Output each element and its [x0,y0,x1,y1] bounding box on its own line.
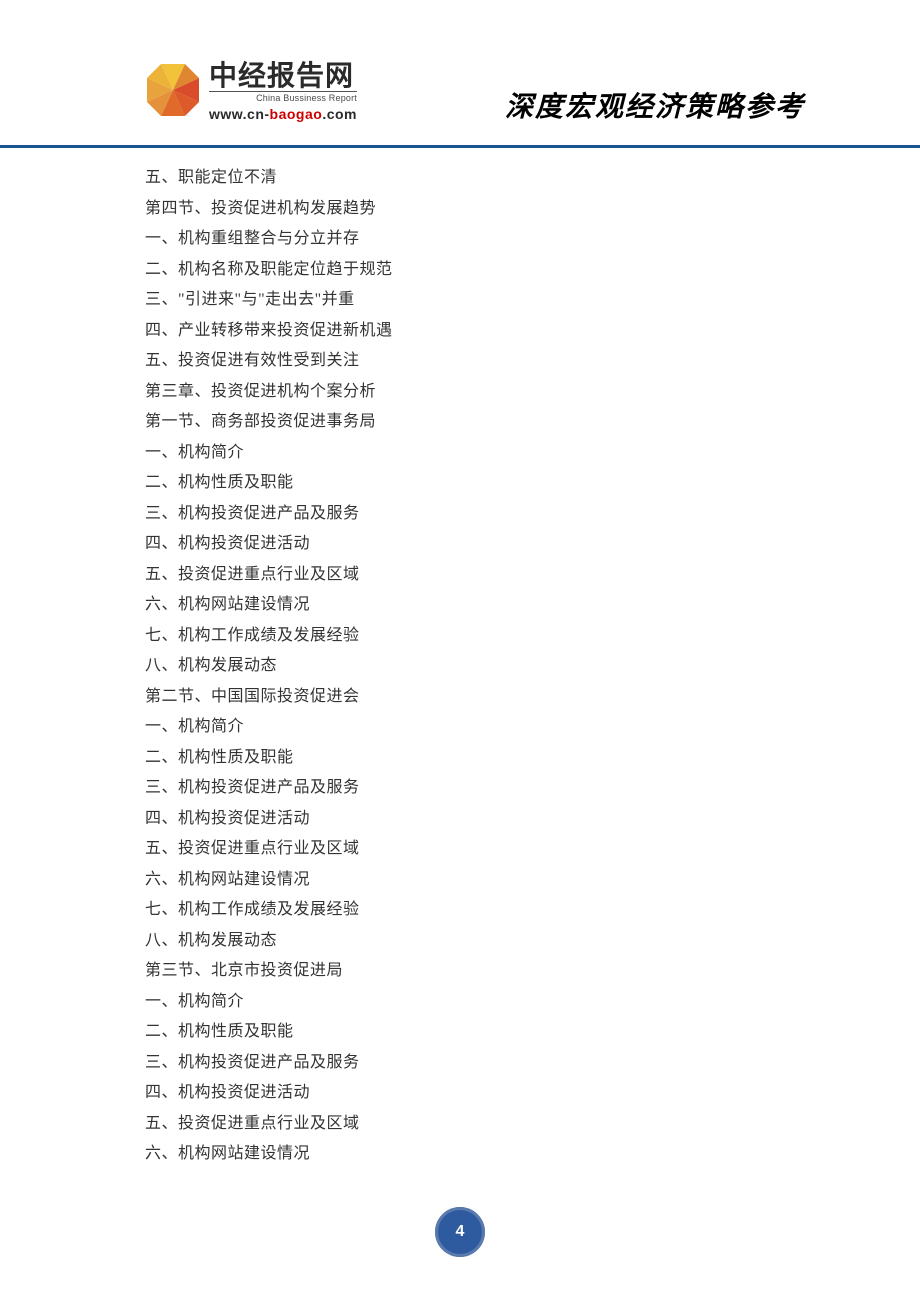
toc-line: 四、机构投资促进活动 [145,804,680,835]
toc-line: 三、机构投资促进产品及服务 [145,773,680,804]
logo-text-block: 中经报告网 China Bussiness Report www.cn-baog… [209,62,357,122]
toc-line: 五、投资促进重点行业及区域 [145,834,680,865]
logo-block: 中经报告网 China Bussiness Report www.cn-baog… [145,62,357,122]
toc-line: 第三节、北京市投资促进局 [145,956,680,987]
logo-url-suffix: .com [322,106,357,122]
toc-line: 五、投资促进重点行业及区域 [145,560,680,591]
toc-line: 七、机构工作成绩及发展经验 [145,621,680,652]
toc-line: 一、机构重组整合与分立并存 [145,224,680,255]
toc-line: 四、机构投资促进活动 [145,529,680,560]
toc-line: 四、产业转移带来投资促进新机遇 [145,316,680,347]
toc-line: 第三章、投资促进机构个案分析 [145,377,680,408]
toc-line: 七、机构工作成绩及发展经验 [145,895,680,926]
logo-icon [145,62,201,118]
page-number-badge: 4 [435,1207,485,1257]
toc-line: 八、机构发展动态 [145,651,680,682]
logo-url-prefix: www.cn- [209,106,270,122]
toc-line: 二、机构性质及职能 [145,1017,680,1048]
toc-line: 五、职能定位不清 [145,163,680,194]
logo-title-cn: 中经报告网 [209,62,357,90]
toc-line: 第四节、投资促进机构发展趋势 [145,194,680,225]
toc-content: 五、职能定位不清 第四节、投资促进机构发展趋势 一、机构重组整合与分立并存 二、… [0,148,680,1170]
toc-line: 一、机构简介 [145,987,680,1018]
logo-title-en: China Bussiness Report [209,91,357,103]
toc-line: 第二节、中国国际投资促进会 [145,682,680,713]
toc-line: 四、机构投资促进活动 [145,1078,680,1109]
toc-line: 二、机构名称及职能定位趋于规范 [145,255,680,286]
toc-line: 五、投资促进有效性受到关注 [145,346,680,377]
toc-line: 三、机构投资促进产品及服务 [145,1048,680,1079]
toc-line: 第一节、商务部投资促进事务局 [145,407,680,438]
toc-line: 六、机构网站建设情况 [145,865,680,896]
toc-line: 三、机构投资促进产品及服务 [145,499,680,530]
toc-line: 六、机构网站建设情况 [145,590,680,621]
toc-line: 一、机构简介 [145,438,680,469]
toc-line: 二、机构性质及职能 [145,743,680,774]
header-tagline: 深度宏观经济策略参考 [505,85,805,125]
toc-line: 五、投资促进重点行业及区域 [145,1109,680,1140]
page-header: 中经报告网 China Bussiness Report www.cn-baog… [0,0,920,148]
toc-line: 八、机构发展动态 [145,926,680,957]
toc-line: 三、"引进来"与"走出去"并重 [145,285,680,316]
toc-line: 二、机构性质及职能 [145,468,680,499]
logo-url-accent: baogao [270,106,323,122]
logo-url: www.cn-baogao.com [209,106,357,122]
toc-line: 一、机构简介 [145,712,680,743]
toc-line: 六、机构网站建设情况 [145,1139,680,1170]
